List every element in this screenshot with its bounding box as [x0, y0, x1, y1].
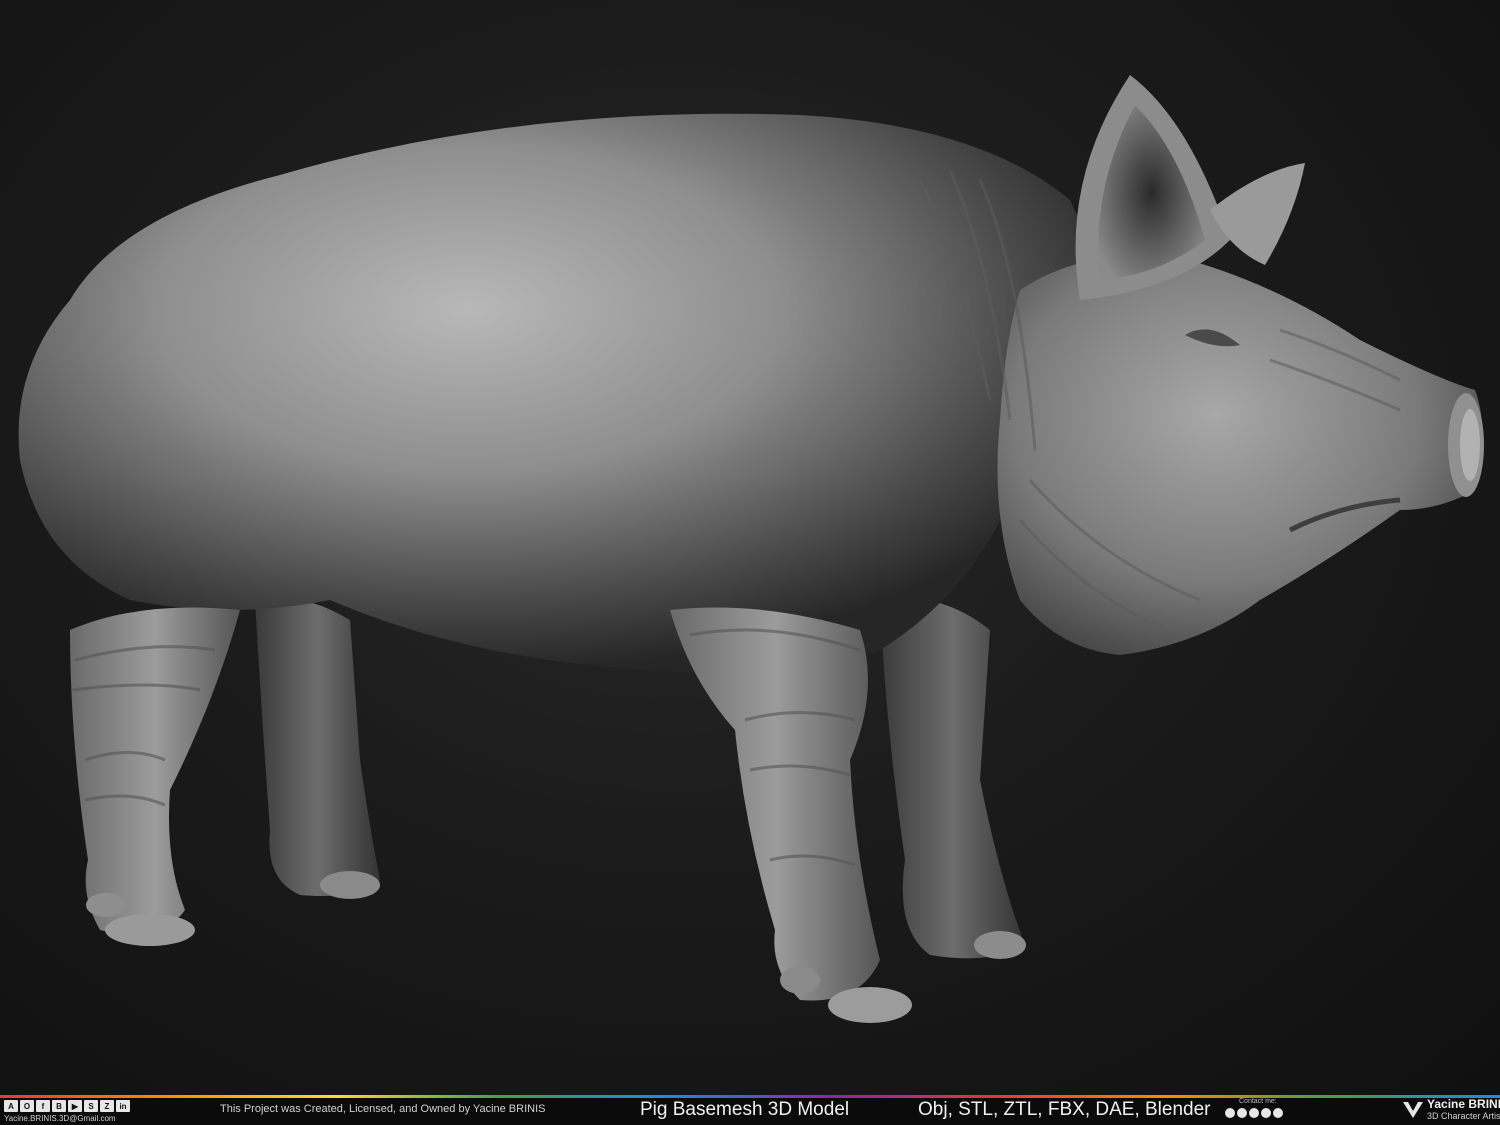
- front-hoof: [828, 987, 912, 1023]
- far-front-leg: [880, 598, 1025, 959]
- hind-hoof: [105, 914, 195, 946]
- file-formats: Obj, STL, ZTL, FBX, DAE, Blender: [918, 1099, 1211, 1120]
- pig-ear-right: [1210, 163, 1305, 265]
- contact-email[interactable]: Yacine.BRINIS.3D@Gmail.com: [4, 1114, 116, 1123]
- blender-icon[interactable]: B: [52, 1100, 66, 1112]
- contact-label: Contact me:: [1239, 1098, 1277, 1105]
- software-icons: A O f B ▶ S Z in: [4, 1100, 130, 1112]
- footer-bar: A O f B ▶ S Z in Yacine.BRINIS.3D@Gmail.…: [0, 1095, 1500, 1125]
- credit-text: This Project was Created, Licensed, and …: [220, 1103, 546, 1115]
- far-hind-leg: [255, 597, 380, 896]
- brand-name: Yacine BRINIS: [1427, 1097, 1500, 1111]
- facebook-icon[interactable]: f: [36, 1100, 50, 1112]
- email-icon[interactable]: [1273, 1108, 1283, 1118]
- cgtrader-icon[interactable]: O: [20, 1100, 34, 1112]
- facebook-icon[interactable]: [1225, 1108, 1235, 1118]
- near-front-leg: [670, 607, 880, 1001]
- linkedin-icon[interactable]: in: [116, 1100, 130, 1112]
- brand-role: 3D Character Artist: [1427, 1111, 1500, 1121]
- brand-logo-icon: [1403, 1102, 1423, 1118]
- zbrush-icon[interactable]: Z: [100, 1100, 114, 1112]
- messenger-icon[interactable]: [1237, 1108, 1247, 1118]
- model-title: Pig Basemesh 3D Model: [640, 1099, 850, 1120]
- render-viewport: [0, 0, 1500, 1095]
- youtube-icon[interactable]: ▶: [68, 1100, 82, 1112]
- instagram-icon[interactable]: [1249, 1108, 1259, 1118]
- pig-head: [997, 254, 1483, 655]
- pig-sculpt-render: [18, 75, 1484, 1023]
- sketchfab-icon[interactable]: S: [84, 1100, 98, 1112]
- artstation-icon[interactable]: A: [4, 1100, 18, 1112]
- whatsapp-icon[interactable]: [1261, 1108, 1271, 1118]
- social-icons: [1225, 1108, 1283, 1118]
